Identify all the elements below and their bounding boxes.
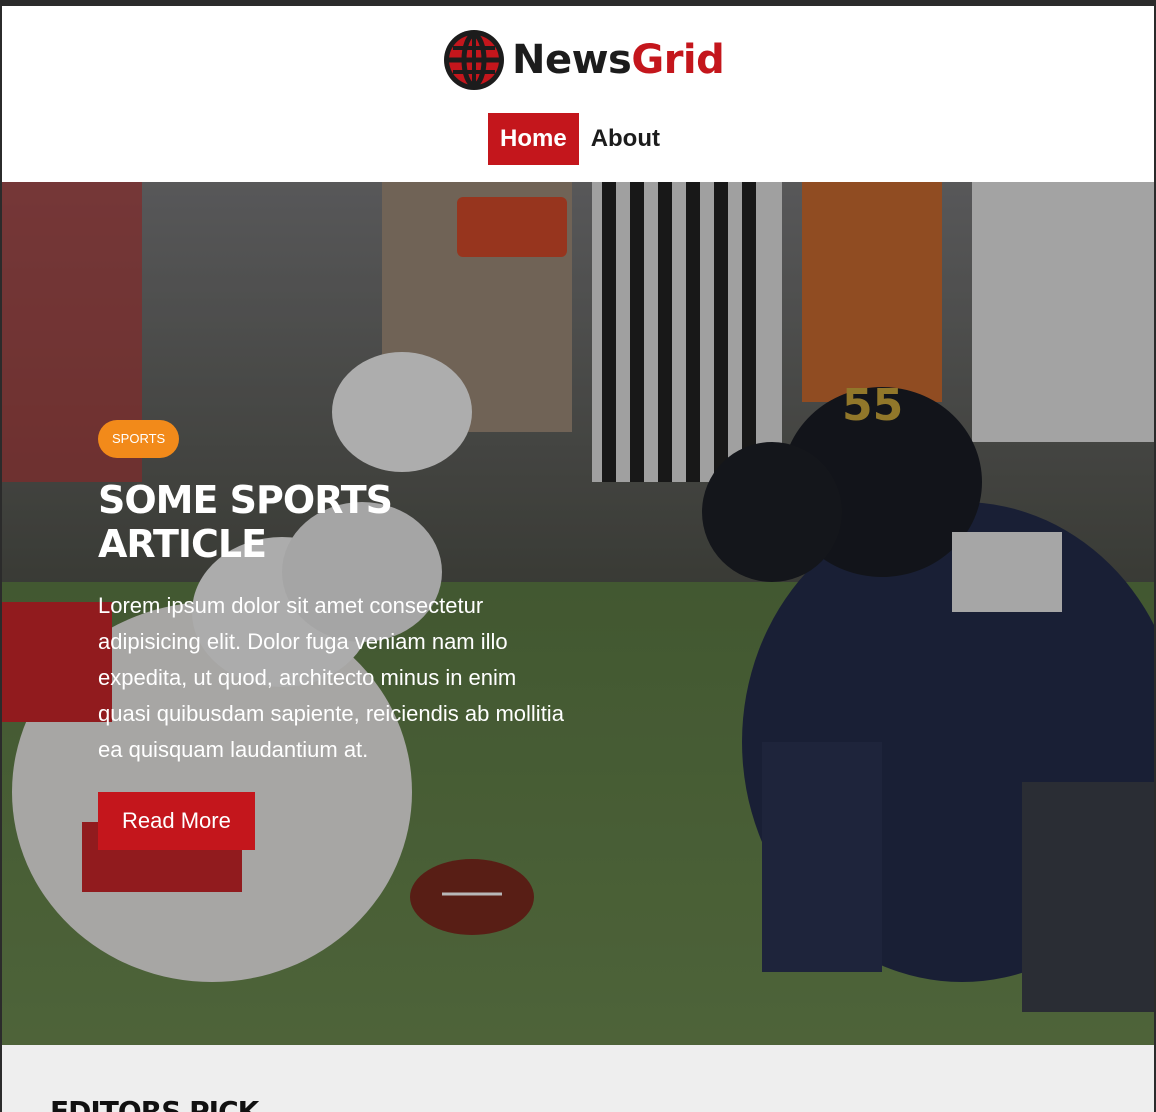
page: NewsGrid Home About 55 SPORTS SOME SPORT… xyxy=(2,6,1154,1112)
nav-home-link[interactable]: Home xyxy=(488,113,579,165)
main-nav: Home About xyxy=(488,113,672,165)
hero-title: Some Sports Article xyxy=(98,478,393,566)
category-badge[interactable]: SPORTS xyxy=(98,420,180,458)
site-logo[interactable]: NewsGrid xyxy=(442,28,725,92)
logo-text: NewsGrid xyxy=(512,37,725,83)
logo-text-news: News xyxy=(512,37,632,83)
nav-about-link[interactable]: About xyxy=(579,113,672,165)
globe-icon xyxy=(442,28,506,92)
hero-section: 55 SPORTS Some Sports Article Lorem ipsu… xyxy=(2,182,1154,1045)
hero-excerpt: Lorem ipsum dolor sit amet consectetur a… xyxy=(98,593,564,762)
site-header: NewsGrid Home About xyxy=(2,6,1154,182)
editors-pick-section: Editors Pick xyxy=(2,1045,1154,1112)
hero-content: SPORTS Some Sports Article Lorem ipsum d… xyxy=(98,420,568,850)
editors-pick-title: Editors Pick xyxy=(50,1095,259,1112)
logo-text-grid: Grid xyxy=(631,37,725,83)
read-more-button[interactable]: Read More xyxy=(98,792,255,850)
